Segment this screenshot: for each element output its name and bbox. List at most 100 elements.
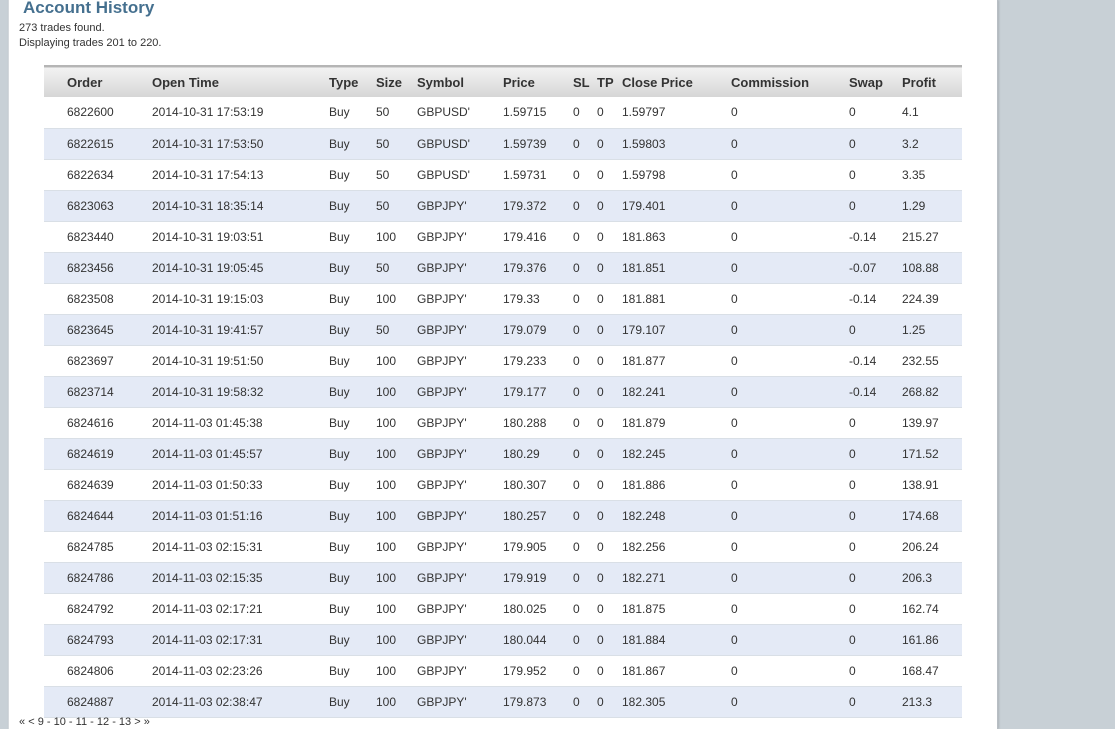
cell-open-time: 2014-11-03 02:15:31	[152, 539, 263, 554]
cell-size: 100	[376, 229, 397, 244]
table-row[interactable]: 6822615 2014-10-31 17:53:50 Buy 50 GBPUSD' 1.…	[44, 128, 962, 159]
cell-symbol: GBPJPY'	[417, 260, 467, 275]
cell-order: 6824786	[67, 570, 114, 585]
cell-type: Buy	[329, 198, 350, 213]
table-row[interactable]: 6824792 2014-11-03 02:17:21 Buy 100 GBPJPY' 1…	[44, 593, 962, 624]
pagination-page-10[interactable]: 10	[54, 716, 66, 728]
cell-open-time: 2014-11-03 01:45:57	[152, 446, 263, 461]
cell-commission: 0	[731, 415, 738, 430]
cell-type: Buy	[329, 105, 350, 120]
table-row[interactable]: 6822634 2014-10-31 17:54:13 Buy 50 GBPUSD' 1.…	[44, 159, 962, 190]
trade-history-table: Order Open Time Type Size Symbol Price SL TP Clo…	[44, 65, 962, 718]
table-row[interactable]: 6824785 2014-11-03 02:15:31 Buy 100 GBPJPY' 1…	[44, 531, 962, 562]
cell-close-price: 1.59803	[622, 136, 666, 151]
cell-sl: 0	[573, 291, 580, 306]
table-row[interactable]: 6822600 2014-10-31 17:53:19 Buy 50 GBPUSD' 1.…	[44, 97, 962, 128]
column-header-profit[interactable]: Profit	[902, 66, 962, 97]
cell-swap: 0	[849, 539, 856, 554]
cell-sl: 0	[573, 694, 580, 709]
column-header-price[interactable]: Price	[503, 66, 573, 97]
cell-symbol: GBPJPY'	[417, 446, 467, 461]
pagination-page-12[interactable]: 12	[97, 716, 109, 728]
cell-commission: 0	[731, 694, 738, 709]
column-header-open-time[interactable]: Open Time	[152, 66, 329, 97]
table-row[interactable]: 6823440 2014-10-31 19:03:51 Buy 100 GBPJPY' 1…	[44, 221, 962, 252]
cell-size: 100	[376, 508, 397, 523]
cell-price: 1.59739	[503, 136, 547, 151]
cell-swap: 0	[849, 601, 856, 616]
pagination-separator: -	[46, 716, 51, 728]
pagination-page-9[interactable]: 9	[38, 716, 44, 728]
cell-close-price: 179.401	[622, 198, 666, 213]
column-header-close-price[interactable]: Close Price	[622, 66, 731, 97]
cell-size: 100	[376, 353, 397, 368]
column-header-sl[interactable]: SL	[573, 66, 597, 97]
cell-open-time: 2014-11-03 02:23:26	[152, 663, 263, 678]
cell-commission: 0	[731, 570, 738, 585]
table-row[interactable]: 6823508 2014-10-31 19:15:03 Buy 100 GBPJPY' 1…	[44, 283, 962, 314]
pagination: « < 9 - 10 - 11 - 12 - 13 > »	[19, 716, 150, 728]
cell-tp: 0	[597, 539, 604, 554]
cell-price: 179.372	[503, 198, 547, 213]
cell-profit: 1.25	[902, 322, 926, 337]
cell-price: 180.307	[503, 477, 547, 492]
cell-profit: 4.1	[902, 105, 919, 120]
cell-price: 179.952	[503, 663, 547, 678]
cell-type: Buy	[329, 353, 350, 368]
table-row[interactable]: 6823645 2014-10-31 19:41:57 Buy 50 GBPJPY' 17…	[44, 314, 962, 345]
cell-type: Buy	[329, 477, 350, 492]
cell-type: Buy	[329, 260, 350, 275]
pagination-prev-link[interactable]: <	[28, 716, 34, 728]
column-header-order[interactable]: Order	[67, 66, 152, 97]
table-row[interactable]: 6824616 2014-11-03 01:45:38 Buy 100 GBPJPY' 1…	[44, 407, 962, 438]
column-header-tp[interactable]: TP	[597, 66, 622, 97]
cell-commission: 0	[731, 508, 738, 523]
row-spacer	[44, 252, 67, 283]
cell-symbol: GBPJPY'	[417, 632, 467, 647]
cell-close-price: 181.884	[622, 632, 666, 647]
cell-symbol: GBPJPY'	[417, 229, 467, 244]
cell-open-time: 2014-11-03 02:17:31	[152, 632, 263, 647]
cell-open-time: 2014-11-03 02:15:35	[152, 570, 263, 585]
pagination-page-11[interactable]: 11	[76, 716, 87, 728]
table-row[interactable]: 6824644 2014-11-03 01:51:16 Buy 100 GBPJPY' 1…	[44, 500, 962, 531]
cell-size: 50	[376, 260, 390, 275]
table-row[interactable]: 6823456 2014-10-31 19:05:45 Buy 50 GBPJPY' 17…	[44, 252, 962, 283]
pagination-page-13[interactable]: 13	[119, 716, 131, 728]
table-header-row: Order Open Time Type Size Symbol Price SL TP Clo…	[44, 66, 962, 97]
cell-close-price: 181.879	[622, 415, 666, 430]
table-row[interactable]: 6824887 2014-11-03 02:38:47 Buy 100 GBPJPY' 1…	[44, 686, 962, 717]
cell-order: 6823063	[67, 198, 114, 213]
cell-commission: 0	[731, 477, 738, 492]
cell-tp: 0	[597, 136, 604, 151]
cell-close-price: 182.248	[622, 508, 666, 523]
table-row[interactable]: 6823697 2014-10-31 19:51:50 Buy 100 GBPJPY' 1…	[44, 345, 962, 376]
cell-price: 179.905	[503, 539, 547, 554]
cell-commission: 0	[731, 260, 738, 275]
cell-size: 50	[376, 322, 390, 337]
cell-profit: 171.52	[902, 446, 939, 461]
table-row[interactable]: 6824619 2014-11-03 01:45:57 Buy 100 GBPJPY' 1…	[44, 438, 962, 469]
column-header-commission[interactable]: Commission	[731, 66, 849, 97]
table-row[interactable]: 6824639 2014-11-03 01:50:33 Buy 100 GBPJPY' 1…	[44, 469, 962, 500]
row-spacer	[44, 190, 67, 221]
table-row[interactable]: 6823714 2014-10-31 19:58:32 Buy 100 GBPJPY' 1…	[44, 376, 962, 407]
cell-profit: 168.47	[902, 663, 939, 678]
column-header-size[interactable]: Size	[376, 66, 417, 97]
pagination-first-link[interactable]: «	[19, 716, 25, 728]
cell-open-time: 2014-10-31 17:53:19	[152, 105, 264, 120]
cell-close-price: 181.863	[622, 229, 666, 244]
pagination-last-link[interactable]: »	[144, 716, 150, 728]
cell-swap: 0	[849, 570, 856, 585]
cell-open-time: 2014-10-31 19:41:57	[152, 322, 264, 337]
table-row[interactable]: 6824793 2014-11-03 02:17:31 Buy 100 GBPJPY' 1…	[44, 624, 962, 655]
cell-size: 100	[376, 477, 397, 492]
column-header-type[interactable]: Type	[329, 66, 376, 97]
column-header-swap[interactable]: Swap	[849, 66, 902, 97]
table-row[interactable]: 6824806 2014-11-03 02:23:26 Buy 100 GBPJPY' 1…	[44, 655, 962, 686]
column-header-symbol[interactable]: Symbol	[417, 66, 503, 97]
table-row[interactable]: 6824786 2014-11-03 02:15:35 Buy 100 GBPJPY' 1…	[44, 562, 962, 593]
table-row[interactable]: 6823063 2014-10-31 18:35:14 Buy 50 GBPJPY' 17…	[44, 190, 962, 221]
cell-open-time: 2014-11-03 02:38:47	[152, 694, 263, 709]
pagination-next-link[interactable]: >	[134, 716, 140, 728]
